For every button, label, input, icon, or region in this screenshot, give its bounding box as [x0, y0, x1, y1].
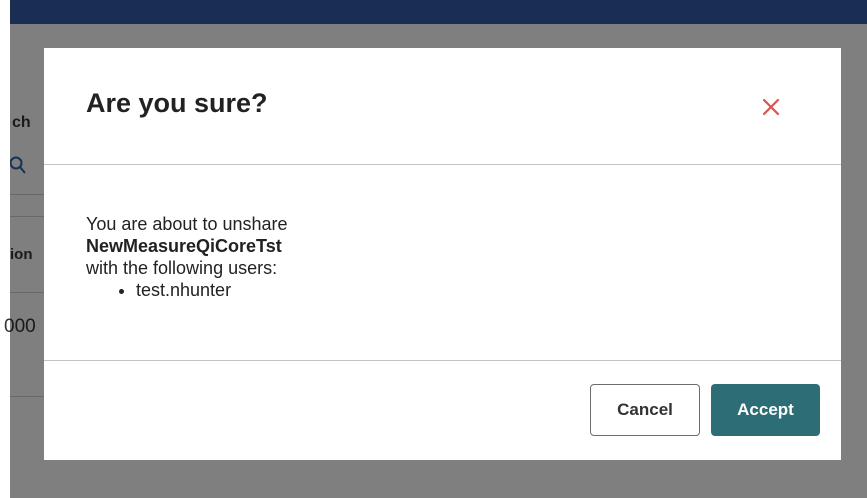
background-left-edge — [0, 0, 10, 498]
user-list: test.nhunter — [86, 279, 288, 301]
close-icon — [762, 98, 780, 116]
dialog-title: Are you sure? — [86, 88, 268, 118]
dialog-footer: Cancel Accept — [44, 361, 841, 460]
accept-button[interactable]: Accept — [711, 384, 820, 436]
dialog-message: You are about to unshare NewMeasureQiCor… — [86, 213, 288, 301]
users-intro-text: with the following users: — [86, 258, 278, 278]
unshare-intro-text: You are about to unshare — [86, 214, 288, 234]
dialog-header: Are you sure? — [44, 48, 841, 165]
user-list-item: test.nhunter — [136, 279, 288, 301]
measure-name: NewMeasureQiCoreTst — [86, 236, 282, 256]
dialog-body: You are about to unshare NewMeasureQiCor… — [44, 165, 841, 361]
confirm-dialog: Are you sure? You are about to unshare N… — [44, 48, 841, 460]
cancel-button[interactable]: Cancel — [590, 384, 700, 436]
close-button[interactable] — [756, 92, 786, 122]
background-top-bar — [10, 0, 867, 24]
